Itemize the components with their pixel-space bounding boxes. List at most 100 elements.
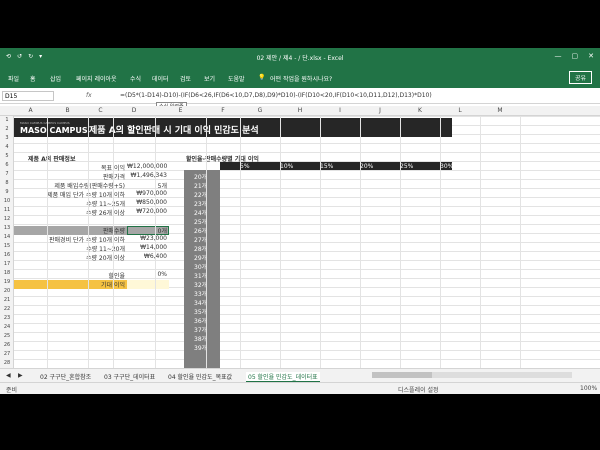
row-header[interactable]: 15	[0, 243, 14, 249]
info-value[interactable]: ₩1,496,343	[127, 172, 167, 179]
close-button[interactable]: ✕	[588, 52, 594, 60]
row-header[interactable]: 1	[0, 117, 14, 123]
column-header[interactable]: D	[113, 107, 155, 114]
rate-label: 30%	[440, 163, 454, 170]
row-header[interactable]: 2	[0, 126, 14, 132]
row-header[interactable]: 13	[0, 225, 14, 231]
info-value[interactable]: 0%	[127, 271, 167, 278]
share-button[interactable]: 공유	[568, 71, 592, 84]
tab-review[interactable]: 검토	[180, 74, 191, 83]
column-header[interactable]: B	[47, 107, 88, 114]
row-header[interactable]: 8	[0, 180, 14, 186]
column-header[interactable]: A	[14, 107, 47, 114]
tab-data[interactable]: 데이터	[152, 74, 169, 83]
column-header[interactable]: K	[400, 107, 440, 114]
left-table-heading: 제품 A의 판매정보	[28, 156, 76, 163]
sheet-tab-04[interactable]: 04 할인율 민감도_목표값	[168, 372, 232, 381]
tab-home[interactable]: 홈	[30, 74, 36, 83]
tab-insert[interactable]: 삽입	[50, 74, 61, 83]
gridline	[480, 116, 481, 368]
minimize-button[interactable]: —	[555, 52, 562, 60]
row-header[interactable]: 11	[0, 207, 14, 213]
row-header[interactable]: 28	[0, 360, 14, 366]
logo-small-text: MASO CAMPUS CAMPUS CAMPUS	[20, 121, 70, 125]
letterbox-top	[0, 0, 600, 48]
header-banner: MASO CAMPUS CAMPUS CAMPUS MASO CAMPUS 제품…	[14, 118, 452, 137]
row-header[interactable]: 17	[0, 261, 14, 267]
tab-file[interactable]: 파일	[8, 74, 19, 83]
display-settings[interactable]: 디스플레이 설정	[398, 385, 439, 394]
info-value[interactable]: ₩6,400	[127, 253, 167, 260]
row-header[interactable]: 21	[0, 297, 14, 303]
row-header[interactable]: 12	[0, 216, 14, 222]
info-value[interactable]: 5개	[127, 181, 167, 190]
column-header[interactable]: H	[280, 107, 320, 114]
row-header[interactable]: 6	[0, 162, 14, 168]
tab-help[interactable]: 도움말	[228, 74, 245, 83]
row-header[interactable]: 20	[0, 288, 14, 294]
row-header[interactable]: 9	[0, 189, 14, 195]
column-header[interactable]: I	[320, 107, 360, 114]
row-header[interactable]: 24	[0, 324, 14, 330]
row-header[interactable]: 4	[0, 144, 14, 150]
info-label: 수량 11~25개	[86, 201, 125, 208]
horizontal-scrollbar[interactable]	[372, 372, 572, 378]
row-header[interactable]: 16	[0, 252, 14, 258]
row-header[interactable]: 3	[0, 135, 14, 141]
column-header[interactable]: J	[360, 107, 400, 114]
column-header[interactable]: M	[480, 107, 520, 114]
column-header[interactable]: G	[240, 107, 280, 114]
gridline	[400, 116, 401, 368]
name-box[interactable]: D15	[2, 91, 54, 101]
tab-formulas[interactable]: 수식	[130, 74, 141, 83]
info-value[interactable]: ₩12,000,000	[127, 163, 167, 170]
worksheet-grid[interactable]: MASO CAMPUS CAMPUS CAMPUS MASO CAMPUS 제품…	[14, 116, 600, 368]
scroll-right-icon[interactable]: ▶	[18, 372, 23, 379]
column-header[interactable]: E	[155, 107, 206, 114]
row-header[interactable]: 25	[0, 333, 14, 339]
info-label: 기대 이익	[101, 282, 125, 289]
tab-page-layout[interactable]: 페이지 레이아웃	[76, 74, 117, 83]
rate-label: 10%	[280, 163, 294, 170]
sheet-tab-02[interactable]: 02 구구단_혼합참조	[40, 372, 91, 381]
row-header[interactable]: 10	[0, 198, 14, 204]
row-header[interactable]: 26	[0, 342, 14, 348]
gridline	[155, 116, 156, 368]
lightbulb-icon: 💡	[258, 74, 266, 81]
maximize-button[interactable]: ▢	[572, 52, 579, 60]
info-label: 수량 20개 이상	[85, 255, 125, 262]
row-header[interactable]: 18	[0, 270, 14, 276]
gridline	[240, 116, 241, 368]
formula-input[interactable]: =(D5*(1-D14)-D10)-(IF(D6<26,IF(D6<10,D7,…	[120, 92, 596, 99]
row-header[interactable]: 19	[0, 279, 14, 285]
column-header[interactable]: C	[88, 107, 113, 114]
rate-header-row	[220, 162, 452, 170]
info-value[interactable]: ₩720,000	[127, 208, 167, 215]
column-header[interactable]: L	[440, 107, 480, 114]
info-value[interactable]: ₩850,000	[127, 199, 167, 206]
rate-label: 5%	[240, 163, 250, 170]
row-header[interactable]: 23	[0, 315, 14, 321]
row-header[interactable]: 22	[0, 306, 14, 312]
fx-icon[interactable]: fx	[86, 92, 92, 99]
column-header[interactable]: F	[206, 107, 240, 114]
row-header[interactable]: 7	[0, 171, 14, 177]
zoom-level[interactable]: 100%	[580, 385, 597, 392]
sheet-title: 제품 A의 할인판매 시 기대 이익 민감도 분석	[89, 126, 259, 136]
rate-label: 15%	[320, 163, 334, 170]
row-header[interactable]: 14	[0, 234, 14, 240]
info-value[interactable]: ₩970,000	[127, 190, 167, 197]
expected-profit-cell[interactable]	[127, 280, 169, 289]
ribbon-tabs: 파일 홈 삽입 페이지 레이아웃 수식 데이터 검토 보기 도움말 💡 어떤 작…	[0, 66, 600, 88]
info-value[interactable]: 0개	[127, 226, 167, 235]
scroll-left-icon[interactable]: ◀	[6, 372, 11, 379]
info-value[interactable]: ₩14,000	[127, 244, 167, 251]
row-header[interactable]: 27	[0, 351, 14, 357]
row-header[interactable]: 5	[0, 153, 14, 159]
tab-view[interactable]: 보기	[204, 74, 215, 83]
sheet-tab-03[interactable]: 03 구구단_데이터표	[104, 372, 155, 381]
scrollbar-thumb[interactable]	[372, 372, 432, 378]
status-bar: 준비 디스플레이 설정 100%	[0, 382, 600, 394]
info-value[interactable]: ₩23,000	[127, 235, 167, 242]
tell-me-search[interactable]: 어떤 작업을 원하시나요?	[270, 74, 332, 83]
